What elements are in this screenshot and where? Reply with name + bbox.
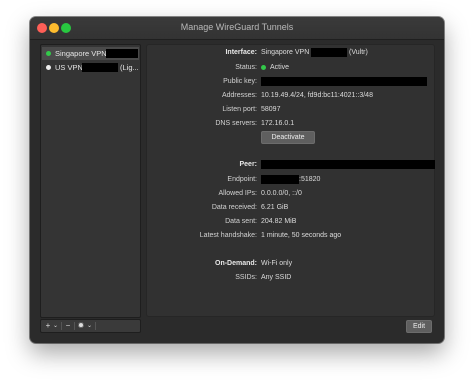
status-dot-icon [46, 51, 51, 56]
gear-icon[interactable]: ✹ [76, 320, 86, 332]
data-received-value: 6.21 GiB [261, 204, 289, 211]
status-value: Active [270, 64, 290, 71]
data-sent-label: Data sent: [225, 218, 257, 225]
redacted-peer-key [261, 160, 435, 169]
tunnel-details-panel: Interface: Singapore VPN (Vultr) Status:… [146, 44, 435, 317]
redacted-public-key [261, 77, 427, 86]
tunnel-name: Singapore VPN [55, 49, 107, 58]
addresses-value: 10.19.49.4/24, fd9d:bc11:4021::3/48 [261, 92, 373, 99]
listen-port-value: 58097 [261, 106, 281, 113]
tunnel-name-suffix: (Lig... [120, 63, 139, 72]
interface-name: Singapore VPN [261, 49, 310, 56]
deactivate-button[interactable]: Deactivate [261, 131, 315, 144]
public-key-label: Public key: [223, 78, 257, 85]
tunnel-list-toolbar: + ⌄ − ✹ ⌄ [40, 319, 141, 333]
peer-label: Peer: [239, 161, 257, 168]
edit-button[interactable]: Edit [406, 320, 432, 333]
status-active-icon [261, 65, 266, 70]
interface-name-suffix: (Vultr) [349, 49, 368, 56]
toolbar-divider [61, 322, 62, 330]
add-menu-chevron-icon[interactable]: ⌄ [52, 320, 59, 332]
redacted-text [311, 48, 347, 57]
latest-handshake-label: Latest handshake: [199, 232, 257, 239]
data-received-label: Data received: [211, 204, 257, 211]
dns-servers-value: 172.16.0.1 [261, 120, 295, 127]
status-dot-icon [46, 65, 51, 70]
title-bar: Manage WireGuard Tunnels [30, 17, 444, 40]
gear-menu-chevron-icon[interactable]: ⌄ [86, 320, 93, 332]
allowed-ips-value: 0.0.0.0/0, ::/0 [261, 190, 302, 197]
tunnel-item-singapore-vpn[interactable]: Singapore VPN [42, 47, 139, 60]
endpoint-label: Endpoint: [227, 176, 257, 183]
toolbar-divider [74, 322, 75, 330]
on-demand-label: On-Demand: [215, 260, 257, 267]
redacted-text [106, 49, 138, 58]
ssids-label: SSIDs: [235, 274, 257, 281]
latest-handshake-value: 1 minute, 50 seconds ago [261, 232, 342, 239]
redacted-text [82, 63, 118, 72]
tunnel-item-us-vpn[interactable]: US VPN (Lig... [42, 61, 139, 74]
data-sent-value: 204.82 MiB [261, 218, 297, 225]
toolbar-divider [95, 322, 96, 330]
wireguard-window: Manage WireGuard Tunnels Singapore VPN U… [30, 17, 444, 343]
interface-label: Interface: [225, 49, 257, 56]
redacted-endpoint-host [261, 175, 299, 184]
ssids-value: Any SSID [261, 274, 292, 281]
endpoint-port: :51820 [299, 176, 321, 183]
remove-tunnel-button[interactable]: − [63, 320, 73, 332]
allowed-ips-label: Allowed IPs: [218, 190, 257, 197]
addresses-label: Addresses: [221, 92, 257, 99]
tunnel-name: US VPN [55, 63, 83, 72]
on-demand-value: Wi-Fi only [261, 260, 293, 267]
tunnel-list: Singapore VPN US VPN (Lig... [40, 44, 141, 318]
listen-port-label: Listen port: [222, 106, 257, 113]
status-label: Status: [235, 64, 257, 71]
dns-servers-label: DNS servers: [215, 120, 257, 127]
window-title: Manage WireGuard Tunnels [180, 22, 294, 32]
